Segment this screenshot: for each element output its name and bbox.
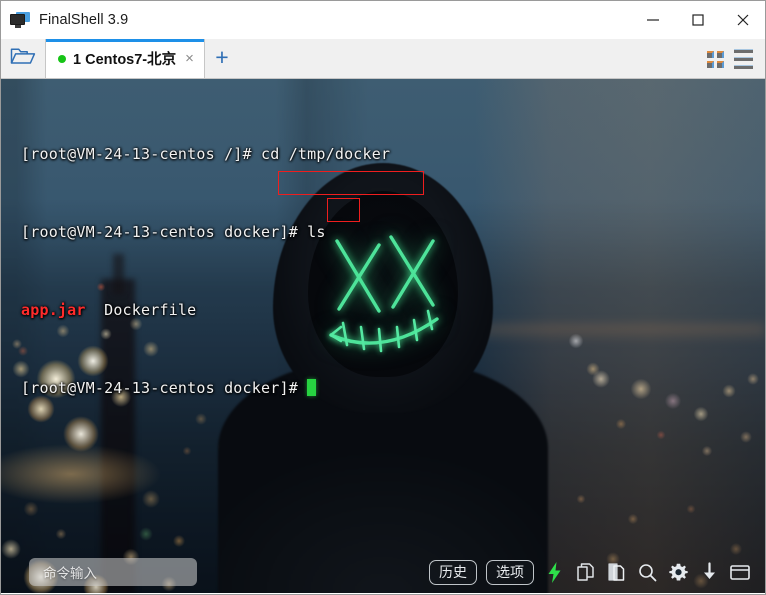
copy-icon[interactable]: [574, 560, 596, 584]
paste-icon[interactable]: [605, 560, 627, 584]
open-folder-button[interactable]: [1, 39, 45, 78]
monitor-icon: [10, 11, 30, 29]
sidebar-item-session-1[interactable]: 1 Centos7-北京 ×: [45, 39, 205, 78]
terminal-cursor: [307, 379, 317, 396]
grid-view-icon[interactable]: [707, 50, 724, 68]
window-icon[interactable]: [729, 560, 751, 584]
tab-label: 1 Centos7-北京: [73, 52, 177, 68]
list-view-icon[interactable]: [734, 49, 753, 69]
search-icon[interactable]: [636, 560, 658, 584]
bottom-bar-actions: 历史 选项: [429, 556, 765, 588]
terminal-line-2: [root@VM-24-13-centos docker]# ls: [21, 219, 390, 245]
terminal-line-4: [root@VM-24-13-centos docker]#: [21, 375, 390, 401]
command-input[interactable]: 命令输入: [29, 558, 197, 586]
options-button[interactable]: 选项: [486, 559, 534, 585]
terminal-command-ls: ls: [307, 223, 326, 241]
minimize-button[interactable]: [630, 1, 675, 39]
tab-close-icon[interactable]: ×: [183, 51, 196, 66]
file-dockerfile: Dockerfile: [85, 301, 197, 319]
tab-bar-right-icons: [707, 49, 765, 78]
new-tab-button[interactable]: +: [205, 39, 239, 78]
terminal-prompt-1: [root@VM-24-13-centos /]#: [21, 145, 261, 163]
terminal-output: [root@VM-24-13-centos /]# cd /tmp/docker…: [1, 79, 390, 453]
maximize-button[interactable]: [675, 1, 720, 39]
gear-icon[interactable]: [667, 560, 689, 584]
download-icon[interactable]: [698, 560, 720, 584]
tab-bar-spacer: [239, 39, 707, 78]
lightning-icon[interactable]: [543, 560, 565, 584]
terminal-line-3: app.jar Dockerfile: [21, 297, 390, 323]
connection-status-dot: [58, 54, 66, 63]
title-bar-left: FinalShell 3.9: [1, 11, 129, 29]
terminal-prompt-2: [root@VM-24-13-centos docker]#: [21, 223, 308, 241]
command-input-placeholder: 命令输入: [43, 566, 97, 581]
tab-bar: 1 Centos7-北京 × +: [1, 39, 765, 79]
terminal-prompt-3: [root@VM-24-13-centos docker]#: [21, 379, 308, 397]
file-app-jar: app.jar: [21, 301, 86, 319]
window-title: FinalShell 3.9: [39, 12, 129, 28]
window-controls: [630, 1, 765, 39]
title-bar: FinalShell 3.9: [1, 1, 765, 39]
history-button[interactable]: 历史: [429, 559, 477, 585]
terminal-line-1: [root@VM-24-13-centos /]# cd /tmp/docker: [21, 141, 390, 167]
finalshell-window: FinalShell 3.9 1 Centos7-北京 × + [root@VM…: [0, 0, 766, 595]
terminal-pane[interactable]: [root@VM-24-13-centos /]# cd /tmp/docker…: [1, 79, 765, 593]
open-folder-icon: [10, 46, 36, 71]
close-button[interactable]: [720, 1, 765, 39]
terminal-command-cd: cd /tmp/docker: [261, 145, 391, 163]
